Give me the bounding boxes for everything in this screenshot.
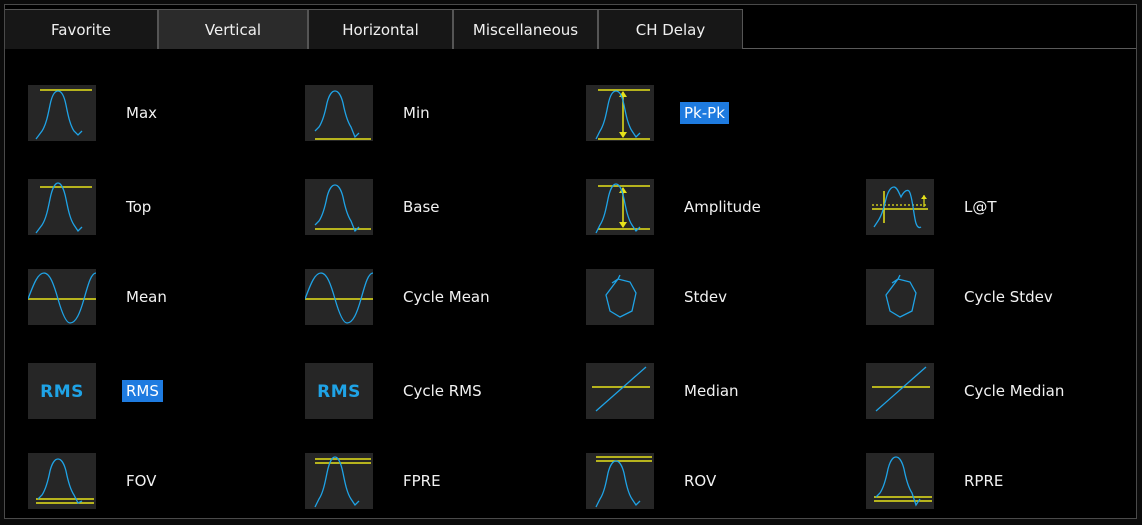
measure-label: Top bbox=[126, 198, 152, 216]
mean-icon bbox=[28, 269, 96, 325]
fov-icon bbox=[28, 453, 96, 509]
amplitude-icon bbox=[586, 179, 654, 235]
tab-vertical[interactable]: Vertical bbox=[158, 9, 308, 49]
measure-item-amplitude[interactable]: Amplitude bbox=[586, 179, 761, 235]
cycle-stdev-icon bbox=[866, 269, 934, 325]
measure-item-fov[interactable]: FOV bbox=[28, 453, 156, 509]
pk-pk-icon bbox=[586, 85, 654, 141]
measure-label: Cycle Median bbox=[964, 382, 1065, 400]
rpre-icon bbox=[866, 453, 934, 509]
fpre-icon bbox=[305, 453, 373, 509]
measure-label: Cycle Mean bbox=[403, 288, 490, 306]
measure-label: ROV bbox=[684, 472, 717, 490]
max-icon bbox=[28, 85, 96, 141]
measure-item-cycle-mean[interactable]: Cycle Mean bbox=[305, 269, 490, 325]
tab-horizontal[interactable]: Horizontal bbox=[308, 9, 453, 49]
measure-item-rms[interactable]: RMS RMS bbox=[28, 363, 163, 419]
measure-item-stdev[interactable]: Stdev bbox=[586, 269, 727, 325]
median-icon bbox=[586, 363, 654, 419]
measure-label: FPRE bbox=[403, 472, 441, 490]
cycle-mean-icon bbox=[305, 269, 373, 325]
tab-miscellaneous[interactable]: Miscellaneous bbox=[453, 9, 598, 49]
tab-favorite[interactable]: Favorite bbox=[5, 9, 158, 49]
measure-item-rpre[interactable]: RPRE bbox=[866, 453, 1003, 509]
rms-icon: RMS bbox=[28, 363, 96, 419]
measure-label: Cycle RMS bbox=[403, 382, 482, 400]
measure-label: Pk-Pk bbox=[680, 102, 729, 124]
measure-item-median[interactable]: Median bbox=[586, 363, 739, 419]
level-at-time-icon bbox=[866, 179, 934, 235]
measure-item-rov[interactable]: ROV bbox=[586, 453, 716, 509]
rov-icon bbox=[586, 453, 654, 509]
cycle-rms-icon-text: RMS bbox=[317, 382, 361, 402]
measure-label: L@T bbox=[964, 198, 997, 216]
measure-item-base[interactable]: Base bbox=[305, 179, 440, 235]
measure-item-cycle-stdev[interactable]: Cycle Stdev bbox=[866, 269, 1053, 325]
measure-label: Min bbox=[403, 104, 430, 122]
measure-item-mean[interactable]: Mean bbox=[28, 269, 167, 325]
base-icon bbox=[305, 179, 373, 235]
measure-label: RMS bbox=[122, 380, 163, 402]
measure-label: FOV bbox=[126, 472, 157, 490]
rms-icon-text: RMS bbox=[40, 382, 84, 402]
measure-dialog: Favorite Vertical Horizontal Miscellaneo… bbox=[4, 4, 1137, 519]
min-icon bbox=[305, 85, 373, 141]
measure-item-cycle-rms[interactable]: RMS Cycle RMS bbox=[305, 363, 482, 419]
measure-label: Mean bbox=[126, 288, 167, 306]
cycle-median-icon bbox=[866, 363, 934, 419]
measure-item-min[interactable]: Min bbox=[305, 85, 430, 141]
measure-item-pk-pk[interactable]: Pk-Pk bbox=[586, 85, 729, 141]
measure-label: Stdev bbox=[684, 288, 728, 306]
measure-label: Base bbox=[403, 198, 440, 216]
measure-label: Median bbox=[684, 382, 739, 400]
tab-bar: Favorite Vertical Horizontal Miscellaneo… bbox=[5, 5, 1136, 49]
measure-item-cycle-median[interactable]: Cycle Median bbox=[866, 363, 1064, 419]
top-icon bbox=[28, 179, 96, 235]
measure-label: Cycle Stdev bbox=[964, 288, 1053, 306]
cycle-rms-icon: RMS bbox=[305, 363, 373, 419]
measure-item-max[interactable]: Max bbox=[28, 85, 157, 141]
measure-item-level-at-time[interactable]: L@T bbox=[866, 179, 997, 235]
stdev-icon bbox=[586, 269, 654, 325]
measure-label: Max bbox=[126, 104, 158, 122]
measure-label: Amplitude bbox=[684, 198, 761, 216]
measure-label: RPRE bbox=[964, 472, 1004, 490]
measure-item-fpre[interactable]: FPRE bbox=[305, 453, 441, 509]
tab-ch-delay[interactable]: CH Delay bbox=[598, 9, 743, 49]
measure-item-top[interactable]: Top bbox=[28, 179, 151, 235]
